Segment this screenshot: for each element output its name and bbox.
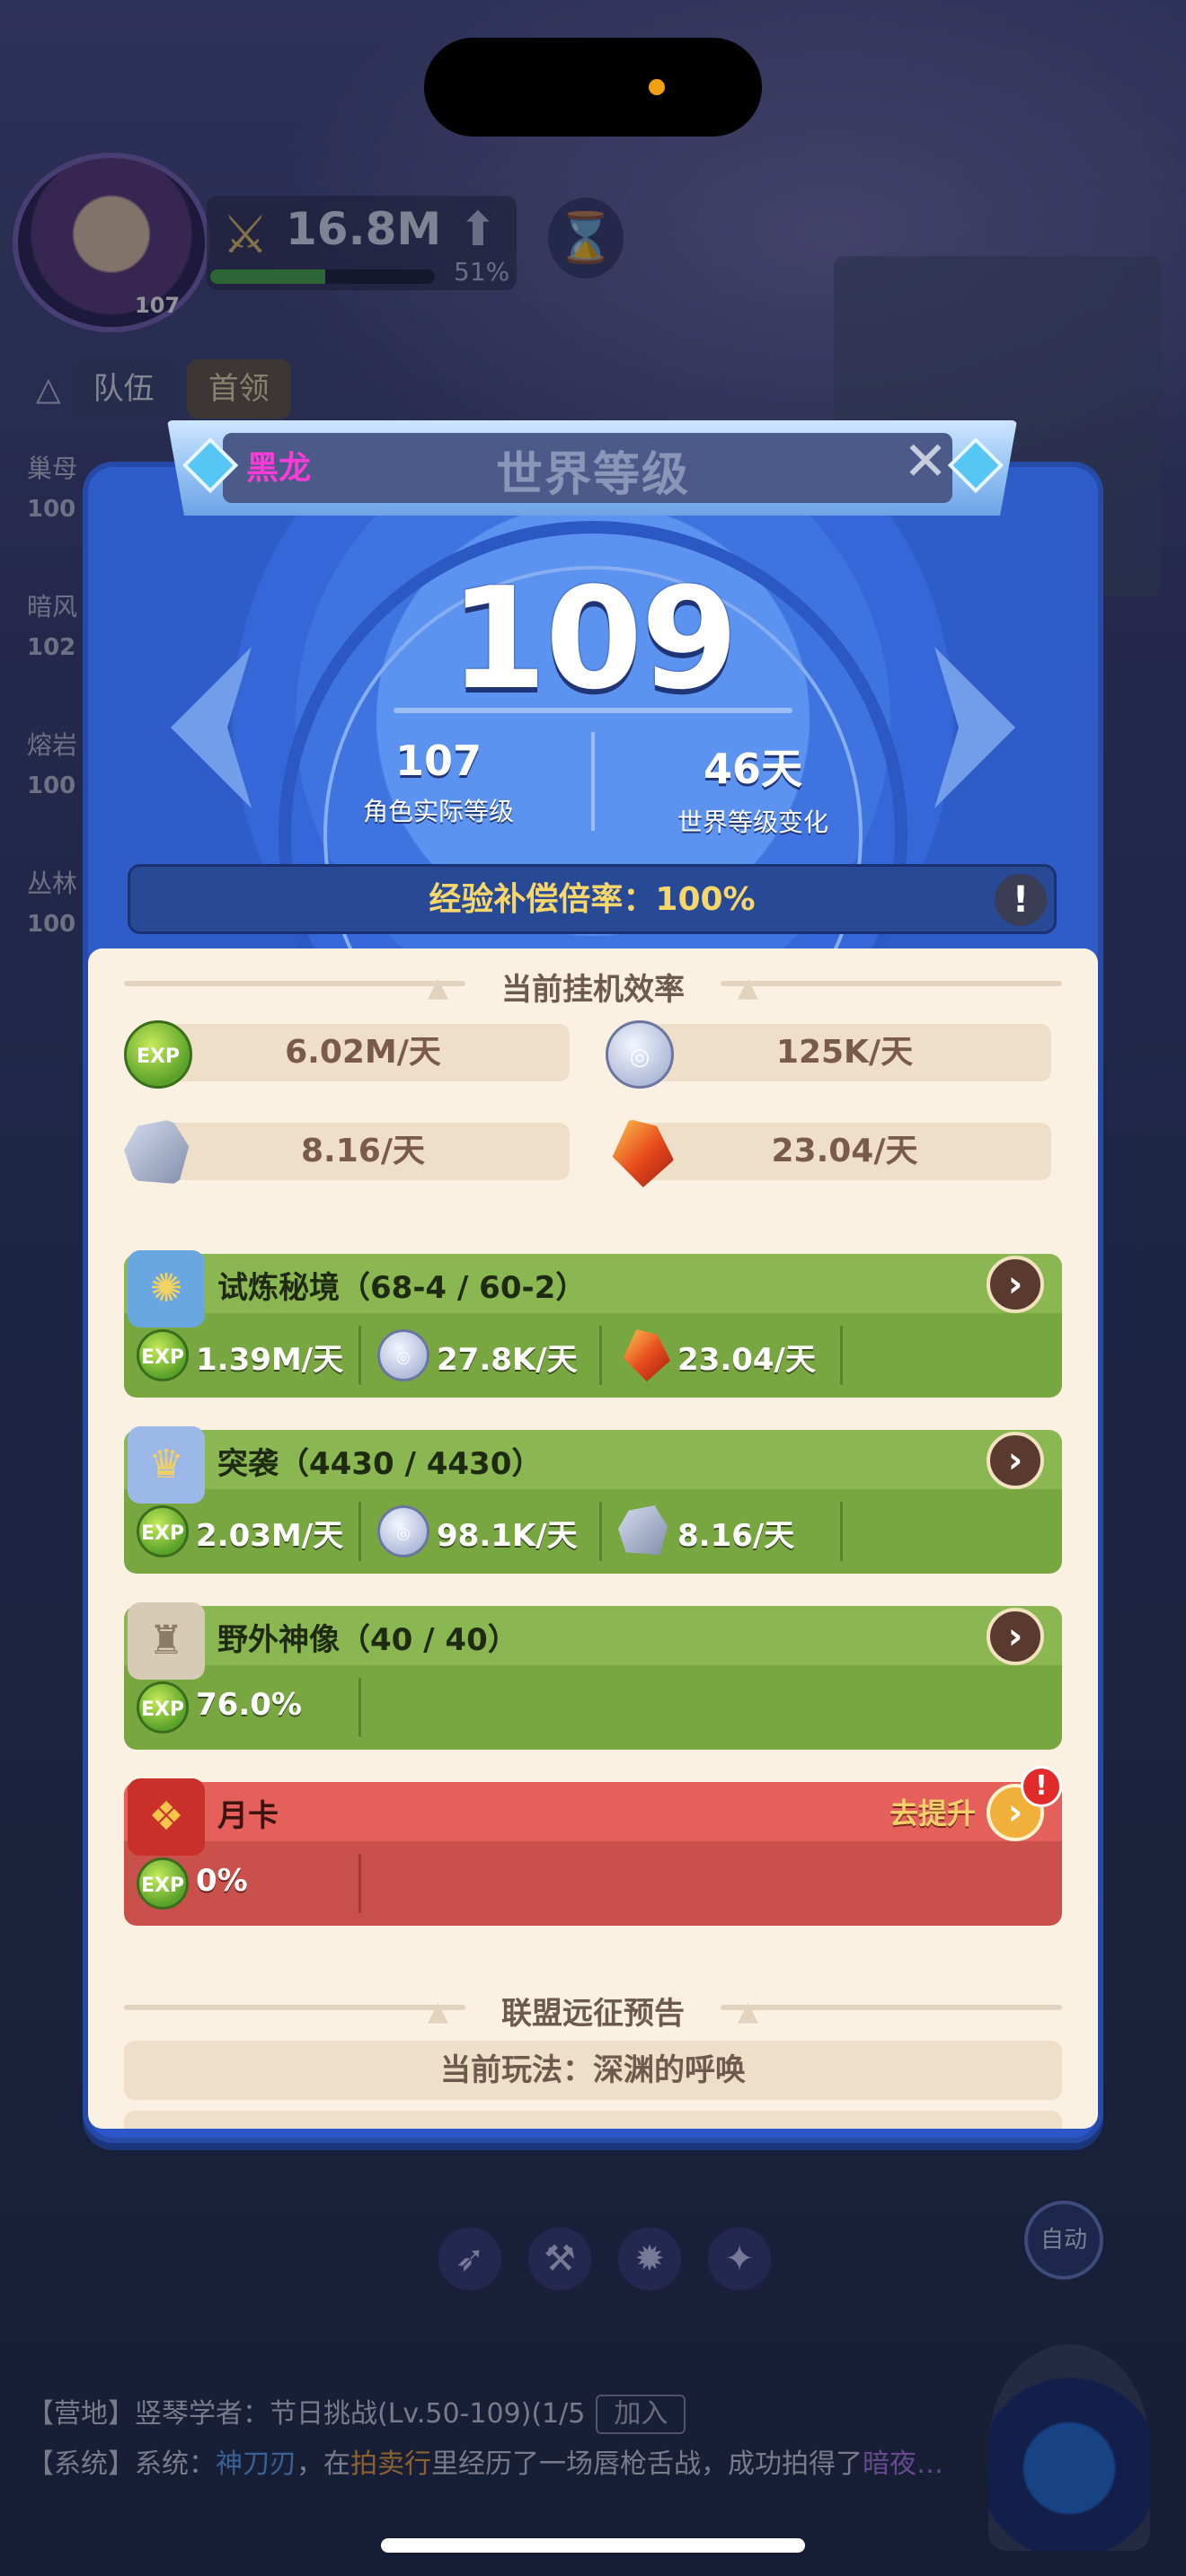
- coin-icon: ◎: [377, 1329, 429, 1381]
- world-level-modal: 109 107 角色实际等级 46天 世界等级变化 经验补偿倍率：100% ! …: [88, 420, 1098, 2138]
- efficiency-exp: EXP 6.02M/天: [124, 1020, 570, 1089]
- reward-value: 23.04/天: [677, 1342, 816, 1378]
- trial-realm-card[interactable]: ✺ 试炼秘境（68-4 / 60-2） › EXP 1.39M/天 ◎ 27.8…: [124, 1250, 1062, 1398]
- reward-cell: ◎ 27.8K/天: [365, 1313, 602, 1398]
- union-next-item: [124, 2111, 1062, 2129]
- efficiency-value: 125K/天: [638, 1024, 1051, 1081]
- raid-icon: ♛: [128, 1426, 205, 1504]
- actual-level-stat: 107 角色实际等级: [304, 737, 573, 828]
- stat-label: 角色实际等级: [362, 797, 514, 826]
- alert-badge-icon: !: [1021, 1766, 1062, 1807]
- stat-value: 107: [394, 737, 482, 785]
- reward-value: 76.0%: [196, 1687, 302, 1723]
- efficiency-gem: 23.04/天: [606, 1119, 1051, 1187]
- modal-content[interactable]: ▲ ▲ 当前挂机效率 EXP 6.02M/天 ◎ 125K/天 8.16/天 2…: [88, 948, 1098, 2129]
- efficiency-title: 当前挂机效率: [501, 972, 685, 1008]
- monthly-card-card[interactable]: ❖ 月卡 去提升 › ! EXP 0%: [124, 1766, 1062, 1926]
- go-arrow-button[interactable]: ›: [987, 1432, 1044, 1489]
- union-title: 联盟远征预告: [501, 1996, 685, 2032]
- exp-rate-value: 100%: [655, 881, 756, 918]
- level-change-stat: 46天 世界等级变化: [618, 737, 888, 839]
- monthly-card-icon: ❖: [128, 1778, 205, 1856]
- efficiency-value: 23.04/天: [638, 1123, 1051, 1180]
- world-level-number: 109: [449, 557, 739, 720]
- exp-compensation-rate: 经验补偿倍率：100% !: [128, 864, 1057, 934]
- exp-icon: EXP: [137, 1681, 189, 1734]
- wild-statue-card[interactable]: ♜ 野外神像（40 / 40） › EXP 76.0%: [124, 1602, 1062, 1750]
- efficiency-value: 8.16/天: [156, 1123, 570, 1180]
- union-section-header: ▲ ▲ 联盟远征预告: [88, 1972, 1098, 2041]
- go-arrow-button[interactable]: ›: [987, 1608, 1044, 1665]
- reward-value: 27.8K/天: [437, 1342, 578, 1378]
- card-title: 野外神像（40 / 40）: [217, 1622, 518, 1658]
- reward-value: 98.1K/天: [437, 1518, 578, 1554]
- trial-realm-icon: ✺: [128, 1250, 205, 1328]
- home-indicator[interactable]: [381, 2538, 805, 2553]
- reward-cell: 23.04/天: [606, 1313, 843, 1398]
- statue-icon: ♜: [128, 1602, 205, 1680]
- ore-icon: [618, 1505, 668, 1556]
- coin-icon: ◎: [377, 1505, 429, 1557]
- go-arrow-button[interactable]: ›: [987, 1256, 1044, 1313]
- efficiency-coin: ◎ 125K/天: [606, 1020, 1051, 1089]
- card-title: 试炼秘境（68-4 / 60-2）: [217, 1270, 587, 1306]
- coin-icon: ◎: [606, 1020, 674, 1089]
- reward-value: 0%: [196, 1863, 248, 1899]
- exp-icon: EXP: [137, 1505, 189, 1557]
- union-current-mode: 当前玩法：深渊的呼唤: [124, 2041, 1062, 2100]
- card-title: 月卡: [217, 1798, 279, 1834]
- card-title: 突袭（4430 / 4430）: [217, 1446, 543, 1482]
- reward-cell: ◎ 98.1K/天: [365, 1489, 602, 1574]
- exp-rate-label: 经验补偿倍率：: [429, 881, 656, 918]
- stat-label: 世界等级变化: [677, 807, 828, 837]
- info-alert-icon[interactable]: !: [995, 874, 1047, 926]
- efficiency-section-header: ▲ ▲ 当前挂机效率: [88, 948, 1098, 1017]
- modal-header-area: 109 107 角色实际等级 46天 世界等级变化 经验补偿倍率：100% !: [88, 467, 1098, 952]
- dynamic-island: [424, 38, 762, 137]
- exp-icon: EXP: [124, 1020, 192, 1089]
- reward-cell: 8.16/天: [606, 1489, 843, 1574]
- reward-value: 2.03M/天: [196, 1518, 344, 1554]
- upgrade-link[interactable]: 去提升: [890, 1791, 976, 1832]
- raid-card[interactable]: ♛ 突袭（4430 / 4430） › EXP 2.03M/天 ◎ 98.1K/…: [124, 1426, 1062, 1574]
- stat-value: 46天: [703, 745, 802, 793]
- exp-icon: EXP: [137, 1329, 189, 1381]
- close-button[interactable]: ✕: [900, 435, 951, 489]
- efficiency-ore: 8.16/天: [124, 1119, 570, 1185]
- efficiency-value: 6.02M/天: [156, 1024, 570, 1081]
- exp-icon: EXP: [137, 1857, 189, 1910]
- reward-value: 1.39M/天: [196, 1342, 344, 1378]
- red-gem-icon: [623, 1329, 670, 1381]
- reward-value: 8.16/天: [677, 1518, 795, 1554]
